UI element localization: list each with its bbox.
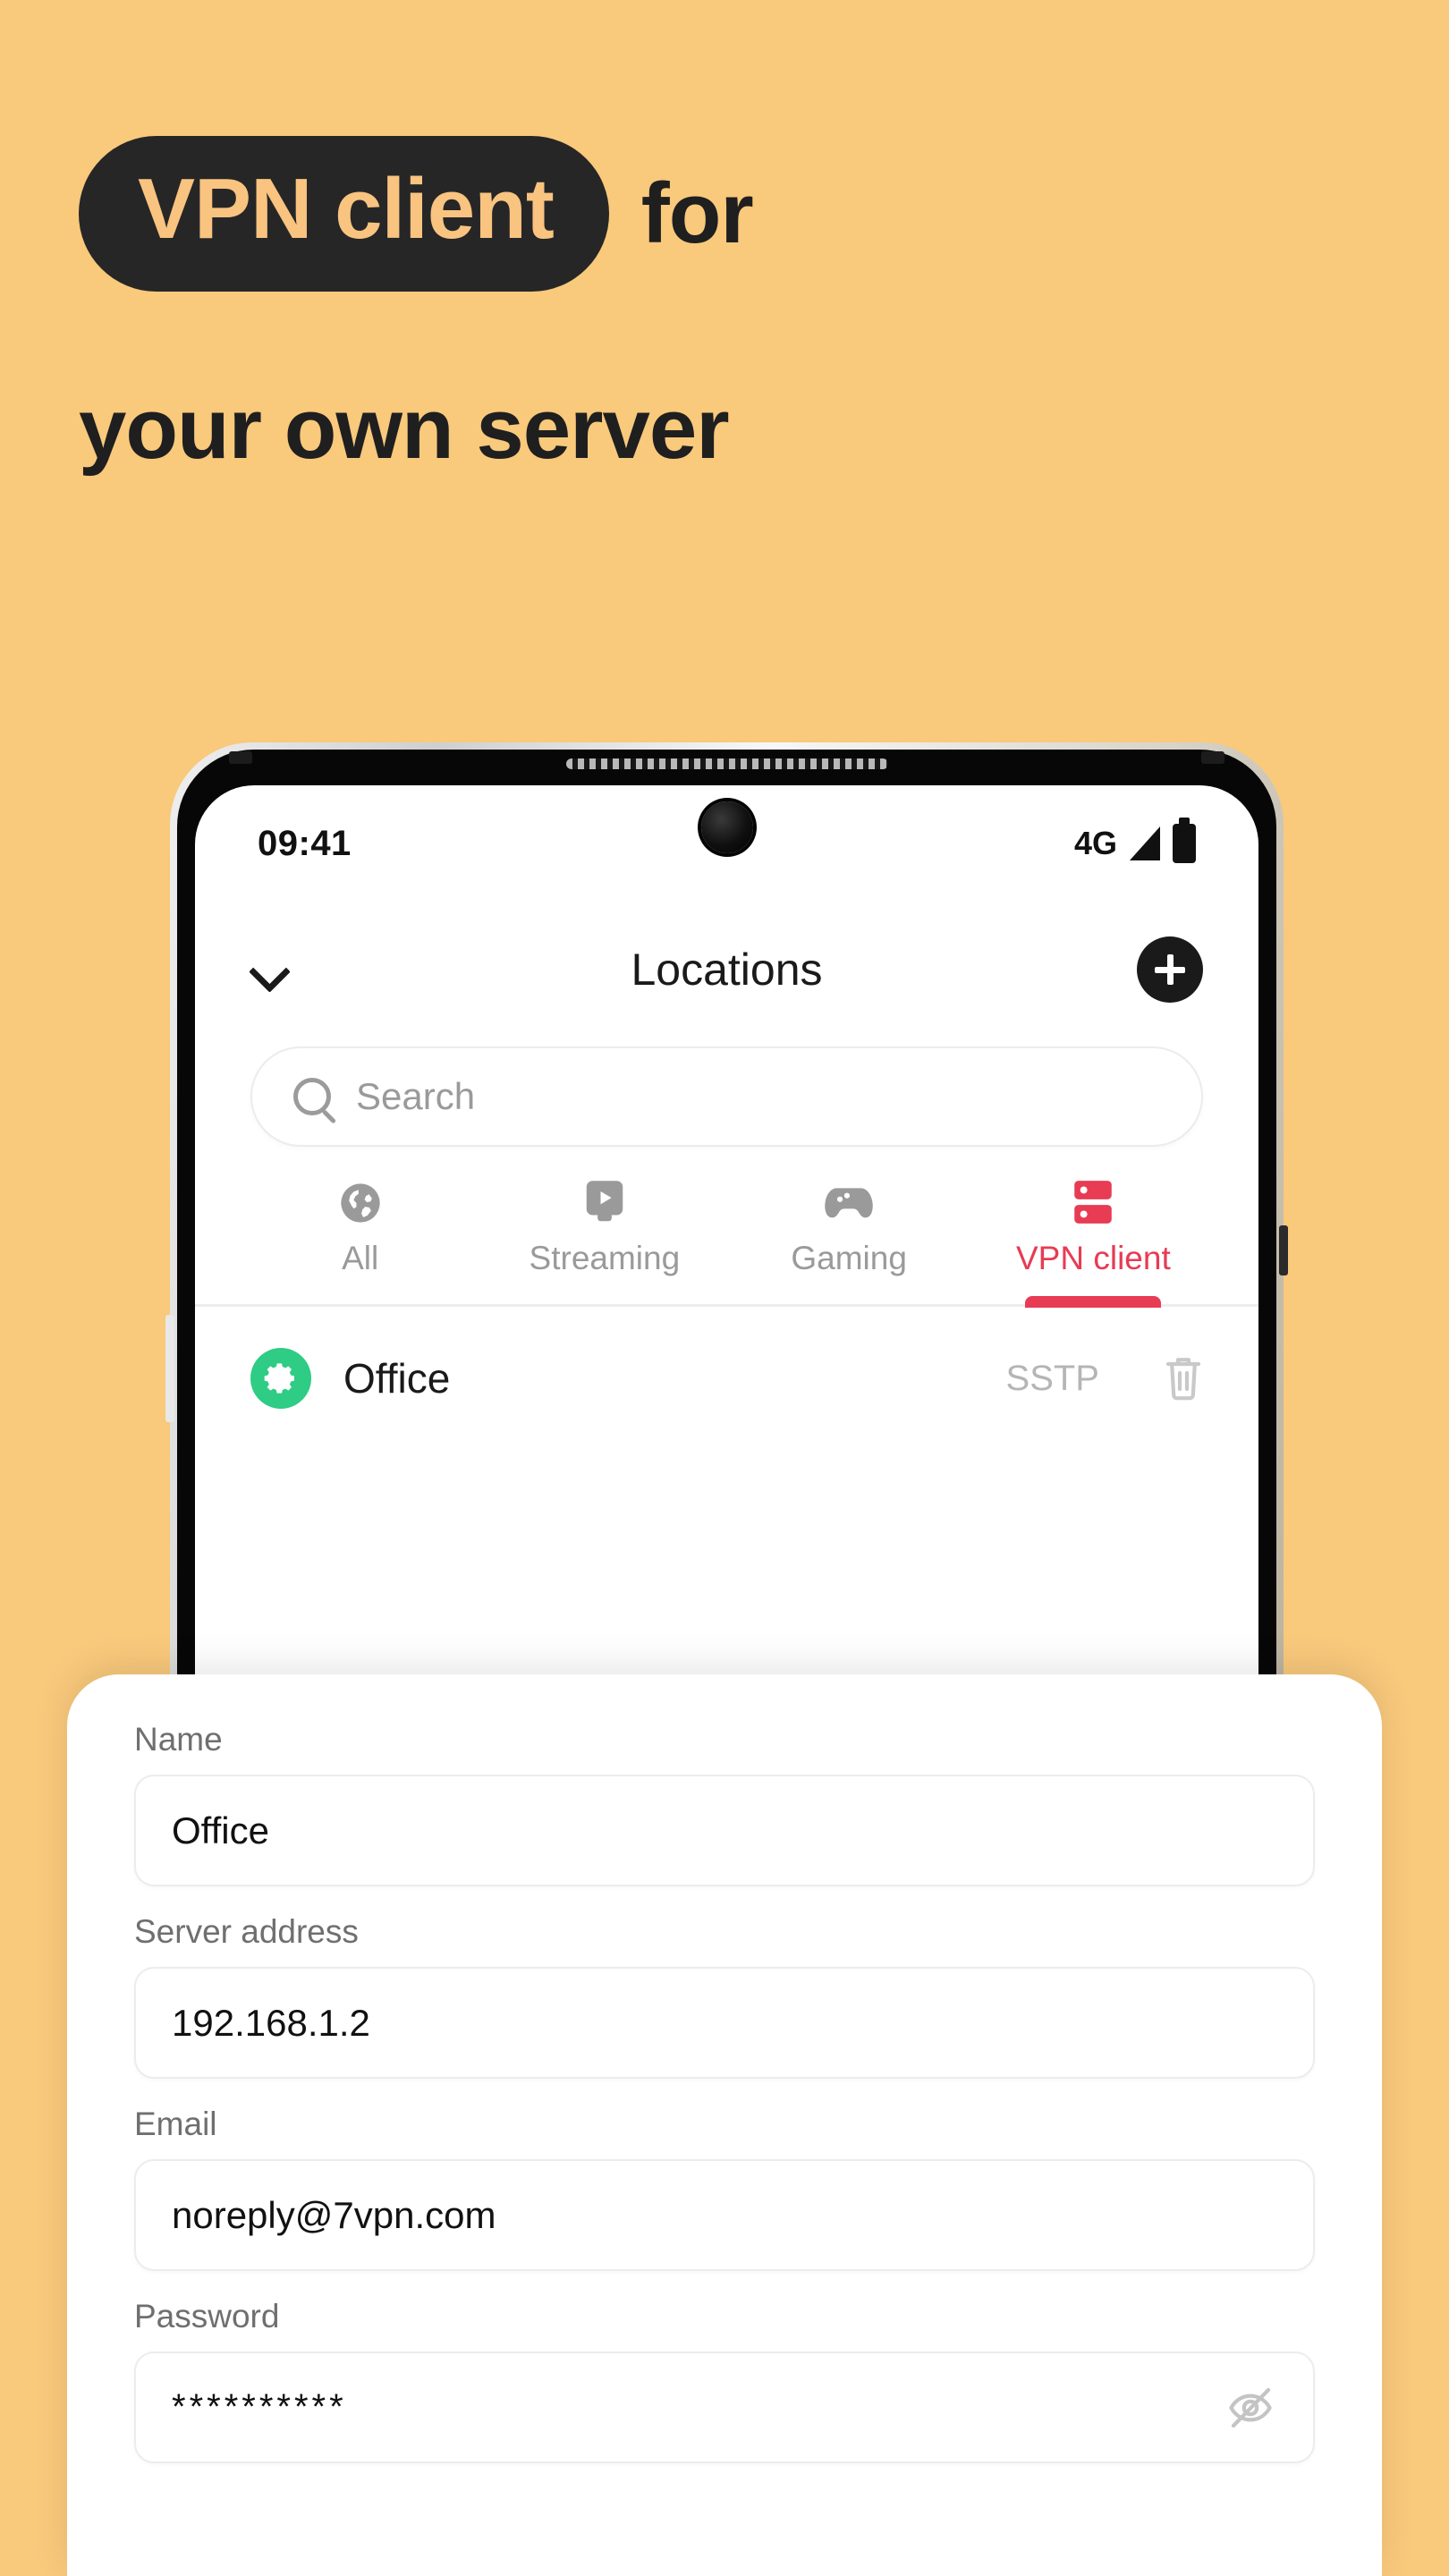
active-tab-indicator xyxy=(1025,1296,1162,1308)
headline-pill: VPN client xyxy=(79,136,609,292)
edit-location-sheet: Name Office Server address 192.168.1.2 E… xyxy=(67,1674,1382,2576)
field-email: Email noreply@7vpn.com xyxy=(134,2106,1315,2271)
search-input[interactable]: Search xyxy=(250,1046,1203,1147)
field-name-label: Name xyxy=(134,1721,223,1758)
punch-hole-camera-icon xyxy=(700,801,753,853)
gear-icon xyxy=(250,1348,311,1409)
server-stack-icon xyxy=(1070,1179,1116,1227)
app-header: Locations xyxy=(195,902,1258,1036)
search-section: Search xyxy=(195,1036,1258,1147)
server-address-input-value: 192.168.1.2 xyxy=(172,2001,370,2044)
status-bar: 09:41 4G xyxy=(195,785,1258,902)
tab-streaming-label: Streaming xyxy=(529,1240,681,1276)
bezel-marker-left xyxy=(229,751,252,764)
gamepad-icon xyxy=(823,1179,875,1227)
field-password-label: Password xyxy=(134,2298,280,2334)
globe-icon xyxy=(337,1179,384,1227)
location-name: Office xyxy=(343,1355,451,1402)
tab-all-label: All xyxy=(342,1240,379,1276)
signal-triangle-icon xyxy=(1130,826,1160,860)
eye-off-icon[interactable] xyxy=(1224,2387,1277,2428)
field-name: Name Office xyxy=(134,1721,1315,1886)
search-placeholder: Search xyxy=(356,1075,476,1117)
power-button[interactable] xyxy=(1279,1225,1288,1275)
location-protocol: SSTP xyxy=(1005,1358,1099,1398)
status-time: 09:41 xyxy=(258,823,352,863)
headline-for-word: for xyxy=(640,165,754,261)
server-address-input[interactable]: 192.168.1.2 xyxy=(134,1967,1315,2079)
tab-vpn-client[interactable]: VPN client xyxy=(971,1179,1216,1308)
tab-gaming[interactable]: Gaming xyxy=(727,1179,971,1304)
tab-all[interactable]: All xyxy=(238,1179,482,1304)
field-server-address: Server address 192.168.1.2 xyxy=(134,1913,1315,2079)
network-type-label: 4G xyxy=(1073,825,1117,861)
tab-streaming[interactable]: Streaming xyxy=(482,1179,726,1304)
battery-full-icon xyxy=(1173,818,1196,863)
tab-vpn-client-label: VPN client xyxy=(1016,1240,1171,1276)
search-icon xyxy=(293,1078,331,1115)
page-title: Locations xyxy=(631,945,823,995)
password-input-value: ********** xyxy=(172,2387,347,2427)
name-input-value: Office xyxy=(172,1809,269,1852)
category-tabs: All Streaming Gaming VPN client xyxy=(195,1147,1258,1308)
field-server-address-label: Server address xyxy=(134,1913,359,1950)
headline-pill-text: VPN client xyxy=(138,161,555,257)
tab-gaming-label: Gaming xyxy=(791,1240,907,1276)
email-input[interactable]: noreply@7vpn.com xyxy=(134,2159,1315,2271)
bezel-marker-right xyxy=(1201,751,1224,764)
play-badge-icon xyxy=(582,1179,627,1227)
email-input-value: noreply@7vpn.com xyxy=(172,2193,496,2236)
field-email-label: Email xyxy=(134,2106,217,2142)
trash-icon[interactable] xyxy=(1164,1355,1203,1402)
status-indicators: 4G xyxy=(1073,818,1196,863)
password-input[interactable]: ********** xyxy=(134,2351,1315,2463)
field-password: Password ********** xyxy=(134,2298,1315,2463)
chevron-down-icon[interactable] xyxy=(250,950,290,989)
headline-line-2: your own server xyxy=(79,381,730,477)
earpiece-speaker-grille xyxy=(565,758,888,769)
volume-button[interactable] xyxy=(165,1315,174,1422)
add-location-button[interactable] xyxy=(1137,936,1203,1003)
name-input[interactable]: Office xyxy=(134,1775,1315,1886)
headline-line-1: VPN client for xyxy=(79,136,754,292)
location-list-item[interactable]: Office SSTP xyxy=(195,1307,1258,1450)
